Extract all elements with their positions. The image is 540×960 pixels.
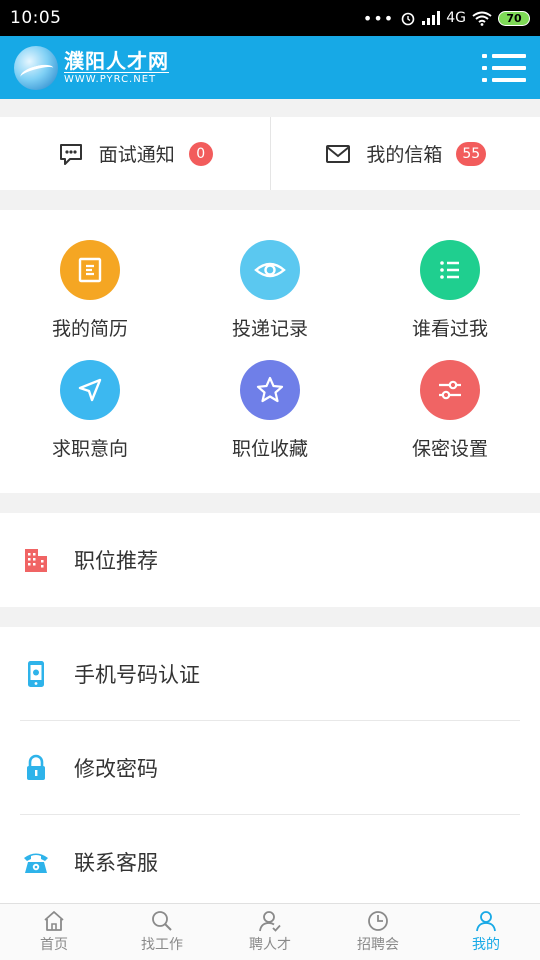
status-icons: ••• 4G 70 [363, 9, 530, 28]
nav-hire-talent-label: 聘人才 [249, 937, 291, 953]
recommend-section: 职位推荐 [0, 513, 540, 607]
mailbox-label: 我的信箱 [366, 144, 443, 166]
nav-mine[interactable]: 我的 [432, 904, 540, 960]
nav-mine-label: 我的 [472, 937, 500, 953]
chat-bubble-icon [59, 143, 82, 165]
globe-logo-icon [14, 45, 58, 90]
site-logo[interactable]: 濮阳人才网 WWW.PYRC.NET [14, 45, 169, 90]
settings-section: 手机号码认证 修改密码 联系客服 [0, 627, 540, 903]
person-check-icon [259, 911, 281, 932]
job-favorites-button[interactable]: 职位收藏 [180, 360, 360, 480]
contact-service-label: 联系客服 [74, 851, 158, 875]
nav-hire-talent[interactable]: 聘人才 [216, 904, 324, 960]
change-password-label: 修改密码 [74, 757, 158, 781]
who-viewed-me-button[interactable]: 谁看过我 [360, 240, 540, 360]
job-intention-button[interactable]: 求职意向 [0, 360, 180, 480]
signal-icon [422, 11, 441, 25]
app-header: 濮阳人才网 WWW.PYRC.NET [0, 36, 540, 99]
alarm-icon [401, 12, 415, 26]
building-icon [22, 546, 50, 574]
search-icon [152, 911, 172, 931]
phone-verify-item[interactable]: 手机号码认证 [0, 627, 540, 721]
nav-find-job[interactable]: 找工作 [108, 904, 216, 960]
interview-notice-badge: 0 [188, 141, 213, 166]
send-arrow-icon [60, 360, 120, 420]
my-resume-button[interactable]: 我的简历 [0, 240, 180, 360]
nav-home-label: 首页 [40, 937, 68, 953]
menu-button[interactable] [482, 50, 526, 86]
home-icon [44, 911, 64, 931]
job-favorites-label: 职位收藏 [231, 438, 308, 460]
battery-level: 70 [506, 11, 522, 25]
feature-grid: 我的简历 投递记录 谁看过我 求职意向 职位收藏 保密设置 [0, 210, 540, 493]
nav-find-job-label: 找工作 [141, 937, 183, 953]
notification-row: 面试通知 0 我的信箱 55 [0, 117, 540, 190]
status-time: 10:05 [10, 8, 62, 28]
nav-home[interactable]: 首页 [0, 904, 108, 960]
phone-verify-label: 手机号码认证 [74, 663, 200, 687]
phone-icon [22, 660, 50, 688]
wifi-icon [472, 11, 492, 26]
contact-service-item[interactable]: 联系客服 [0, 815, 540, 909]
mailbox-badge: 55 [456, 141, 487, 166]
bottom-nav: 首页 找工作 聘人才 招聘会 我的 [0, 903, 540, 960]
job-recommend-item[interactable]: 职位推荐 [0, 513, 540, 607]
nav-job-fair[interactable]: 招聘会 [324, 904, 432, 960]
lock-icon [22, 754, 50, 782]
delivery-records-button[interactable]: 投递记录 [180, 240, 360, 360]
mailbox-button[interactable]: 我的信箱 55 [269, 117, 540, 190]
network-type: 4G [446, 10, 466, 26]
nav-job-fair-label: 招聘会 [357, 937, 399, 953]
change-password-item[interactable]: 修改密码 [0, 721, 540, 815]
my-resume-label: 我的简历 [51, 318, 128, 340]
interview-notice-label: 面试通知 [98, 144, 175, 166]
job-recommend-label: 职位推荐 [74, 549, 158, 573]
job-intention-label: 求职意向 [51, 438, 128, 460]
more-dots-icon: ••• [362, 8, 395, 28]
battery-icon: 70 [498, 10, 530, 26]
document-icon [60, 240, 120, 300]
interview-notice-button[interactable]: 面试通知 0 [0, 117, 270, 190]
logo-title: 濮阳人才网 [64, 48, 169, 73]
telephone-icon [22, 848, 50, 876]
sliders-icon [420, 360, 480, 420]
delivery-records-label: 投递记录 [231, 318, 308, 340]
logo-url: WWW.PYRC.NET [64, 71, 169, 86]
eye-icon [240, 240, 300, 300]
user-icon [476, 911, 496, 932]
privacy-settings-button[interactable]: 保密设置 [360, 360, 540, 480]
status-bar: 10:05 ••• 4G 70 [0, 0, 540, 36]
clock-icon [368, 911, 388, 931]
list-icon [420, 240, 480, 300]
star-icon [240, 360, 300, 420]
envelope-icon [326, 144, 351, 163]
privacy-settings-label: 保密设置 [411, 438, 488, 460]
who-viewed-me-label: 谁看过我 [411, 318, 488, 340]
